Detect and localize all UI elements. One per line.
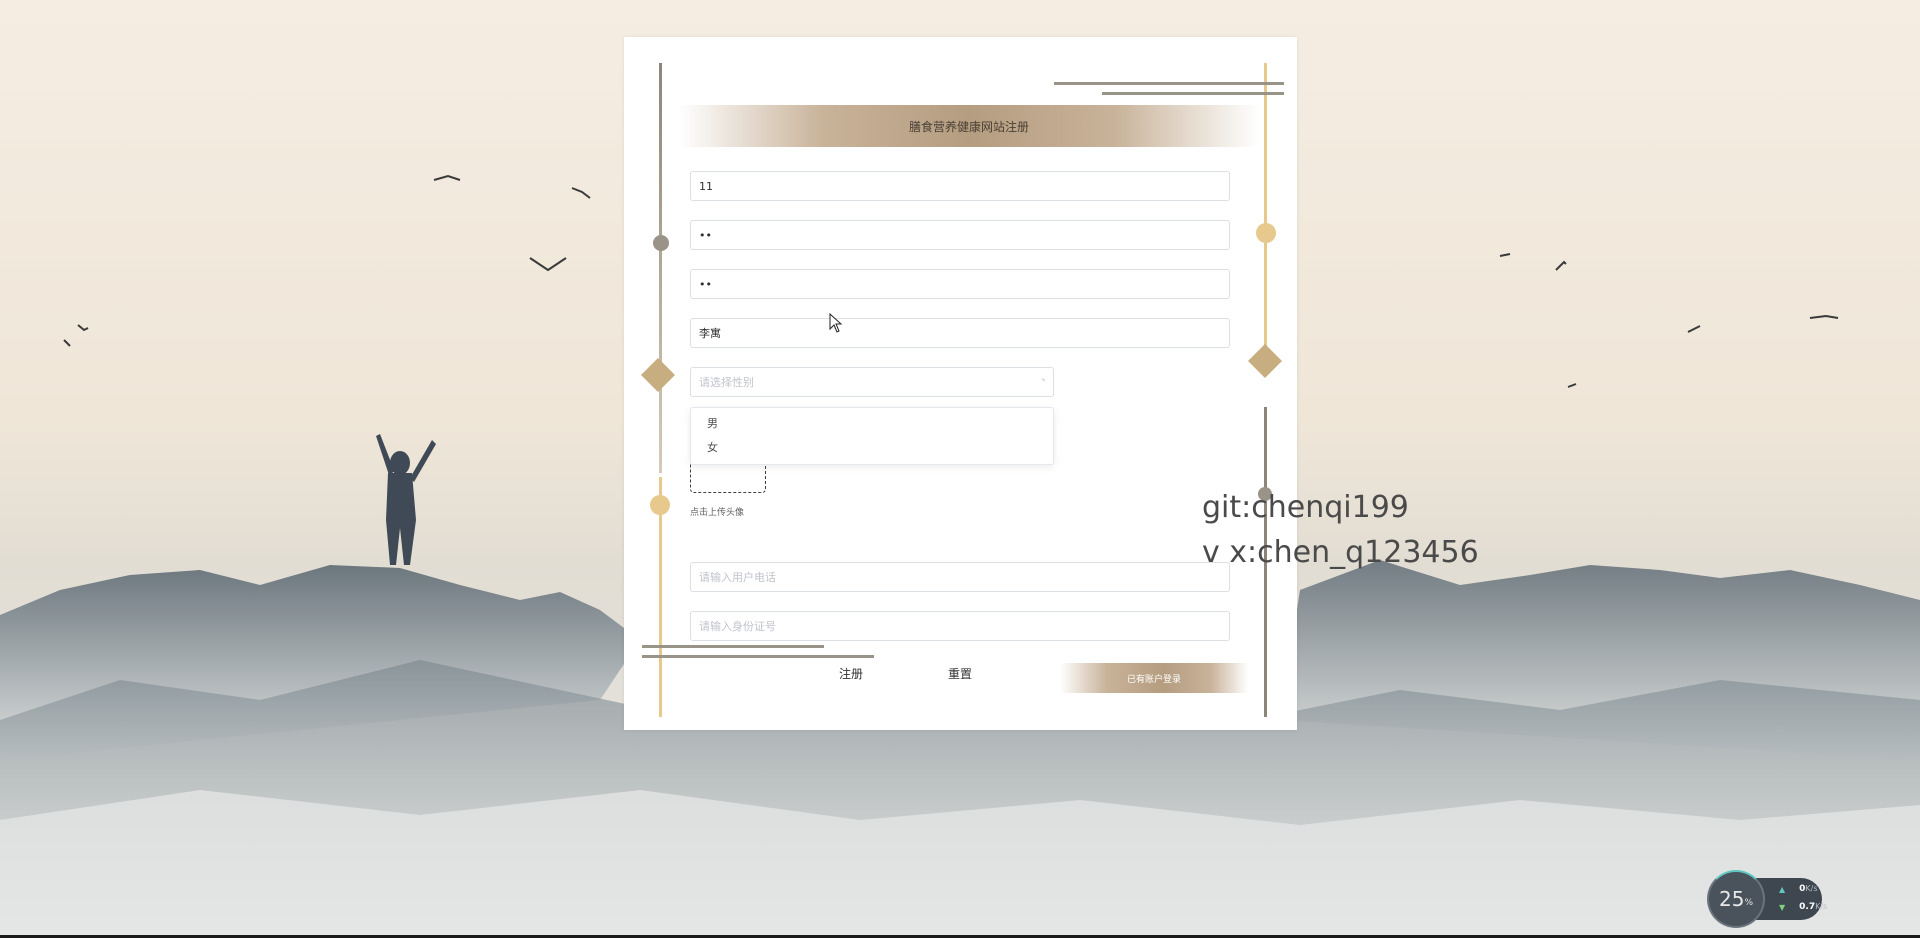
network-speed-widget[interactable]: ▲ 0K/s ▼ 0.7K/s 25% (1707, 870, 1827, 928)
gender-option-female[interactable]: 女 (691, 436, 1053, 460)
mouse-pointer-icon (829, 313, 843, 333)
login-link-button[interactable]: 已有账户登录 (1060, 663, 1248, 693)
cpu-percent: 25 (1718, 887, 1745, 911)
percent-sign: % (1744, 898, 1753, 908)
deco-line-bottom-1 (642, 645, 824, 648)
phone-input[interactable]: 请输入用户电话 (690, 562, 1230, 592)
arrow-up-icon: ▲ (1779, 884, 1786, 894)
deco-dot (653, 235, 669, 251)
download-unit: K/s (1815, 902, 1828, 911)
deco-line-bottom-2 (642, 655, 874, 658)
deco-line-top-1 (1054, 82, 1284, 85)
download-value: 0.7 (1799, 902, 1816, 912)
deco-line-top-2 (1102, 92, 1284, 95)
watermark-wechat: v x:chen_q123456 (1202, 535, 1479, 570)
deco-dot (650, 495, 670, 515)
chevron-down-icon: ⌝ (1041, 377, 1045, 387)
upload-avatar-tip[interactable]: 点击上传头像 (690, 505, 744, 518)
idcard-input[interactable]: 请输入身份证号 (690, 611, 1230, 641)
name-input[interactable]: 李寓 (690, 318, 1230, 348)
deco-diamond (1248, 344, 1282, 378)
password-input[interactable]: •• (690, 220, 1230, 250)
cpu-usage-gauge: 25% (1707, 870, 1765, 928)
deco-diamond (641, 358, 675, 392)
register-card: 膳食营养健康网站注册 11 •• •• 李寓 请选择性别 ⌝ 男 女 点击上传头… (624, 37, 1297, 730)
gender-select-placeholder: 请选择性别 (699, 376, 754, 389)
gender-option-male[interactable]: 男 (691, 412, 1053, 436)
confirm-password-input[interactable]: •• (690, 269, 1230, 299)
gender-select[interactable]: 请选择性别 ⌝ (690, 367, 1054, 397)
page-title: 膳食营养健康网站注册 (679, 105, 1259, 147)
watermark-git: git:chenqi199 (1202, 490, 1409, 525)
download-speed: ▼ 0.7K/s (1779, 902, 1827, 912)
deco-dot (1256, 223, 1276, 243)
upload-speed: ▲ 0K/s (1779, 884, 1818, 894)
upload-unit: K/s (1805, 884, 1818, 893)
gender-dropdown: 男 女 (690, 407, 1054, 465)
deco-line-right (1264, 63, 1267, 353)
arrow-down-icon: ▼ (1779, 902, 1786, 912)
reset-button[interactable]: 重置 (948, 665, 972, 682)
username-input[interactable]: 11 (690, 171, 1230, 201)
deco-line-left (659, 63, 662, 473)
register-button[interactable]: 注册 (839, 665, 863, 682)
